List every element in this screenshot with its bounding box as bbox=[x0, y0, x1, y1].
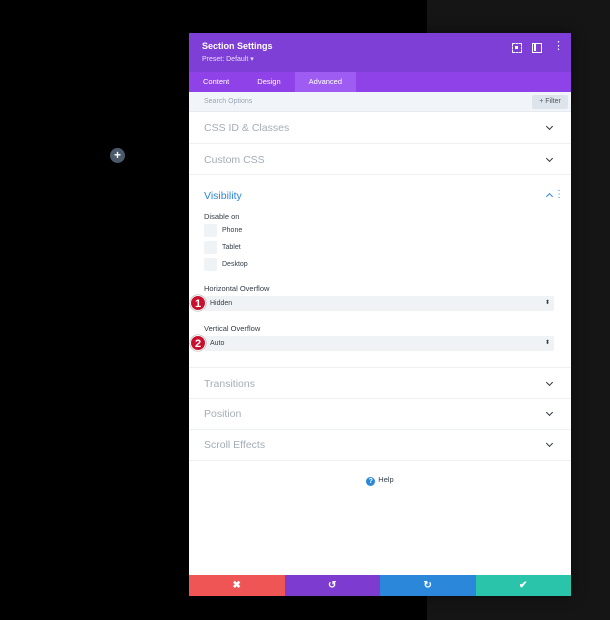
save-button[interactable]: ✔ bbox=[475, 575, 571, 596]
help-icon: ? bbox=[366, 477, 376, 486]
chevron-down-icon[interactable] bbox=[546, 124, 553, 131]
expand-icon[interactable] bbox=[511, 42, 522, 53]
checkbox-desktop[interactable] bbox=[204, 258, 217, 271]
checkbox-tablet[interactable] bbox=[204, 241, 217, 254]
chevron-up-icon[interactable] bbox=[546, 191, 553, 198]
checkbox-desktop-row[interactable]: Desktop bbox=[204, 258, 248, 271]
section-custom-css[interactable]: Custom CSS bbox=[189, 144, 571, 175]
section-transitions[interactable]: Transitions bbox=[189, 367, 571, 399]
tab-bar: Content Design Advanced bbox=[189, 72, 571, 92]
undo-button[interactable]: ↺ bbox=[284, 575, 380, 596]
section-title-css-id: CSS ID & Classes bbox=[204, 122, 290, 134]
tab-advanced[interactable]: Advanced bbox=[294, 72, 356, 92]
section-title-position: Position bbox=[204, 408, 242, 420]
section-title-custom-css: Custom CSS bbox=[204, 154, 265, 166]
checkbox-label-tablet: Tablet bbox=[222, 244, 241, 251]
tab-content[interactable]: Content bbox=[189, 72, 243, 92]
layout-icon[interactable] bbox=[531, 42, 542, 53]
help-link[interactable]: ? Help bbox=[189, 475, 571, 486]
annotation-badge-1: 1 bbox=[190, 295, 206, 311]
section-title-transitions: Transitions bbox=[204, 378, 255, 390]
checkbox-tablet-row[interactable]: Tablet bbox=[204, 241, 241, 254]
modal-title: Section Settings bbox=[202, 41, 273, 51]
modal-header: Section Settings Preset: Default ▾ bbox=[189, 33, 571, 72]
tab-design[interactable]: Design bbox=[243, 72, 294, 92]
horizontal-overflow-label: Horizontal Overflow bbox=[204, 284, 270, 293]
section-title-scroll-effects: Scroll Effects bbox=[204, 439, 266, 451]
annotation-badge-2: 2 bbox=[190, 335, 206, 351]
cancel-button[interactable]: ✖ bbox=[189, 575, 285, 596]
chevron-down-icon[interactable] bbox=[546, 441, 553, 448]
section-settings-modal: Section Settings Preset: Default ▾ Conte… bbox=[189, 33, 571, 596]
search-input[interactable]: Search Options bbox=[204, 98, 252, 105]
section-scroll-effects[interactable]: Scroll Effects bbox=[189, 430, 571, 461]
add-section-button[interactable]: + bbox=[110, 148, 125, 163]
section-css-id[interactable]: CSS ID & Classes bbox=[189, 112, 571, 144]
section-kebab-icon[interactable]: ⋮ bbox=[554, 189, 564, 200]
select-arrows-icon: ⬍ bbox=[544, 340, 550, 346]
kebab-menu-icon[interactable] bbox=[551, 39, 564, 52]
disable-on-label: Disable on bbox=[204, 212, 240, 221]
select-arrows-icon: ⬍ bbox=[544, 300, 550, 306]
filter-button[interactable]: + Filter bbox=[532, 95, 568, 109]
vertical-overflow-label: Vertical Overflow bbox=[204, 324, 261, 333]
checkbox-label-desktop: Desktop bbox=[222, 261, 248, 268]
chevron-down-icon[interactable] bbox=[546, 156, 553, 163]
checkbox-label-phone: Phone bbox=[222, 227, 243, 234]
chevron-down-icon[interactable] bbox=[546, 380, 553, 387]
checkbox-phone-row[interactable]: Phone bbox=[204, 224, 242, 237]
modal-footer: ✖ ↺ ↻ ✔ bbox=[189, 575, 571, 596]
redo-button[interactable]: ↻ bbox=[380, 575, 476, 596]
chevron-down-icon[interactable] bbox=[546, 410, 553, 417]
preset-dropdown[interactable]: Preset: Default ▾ bbox=[202, 55, 254, 63]
horizontal-overflow-value: Hidden bbox=[210, 300, 233, 307]
section-title-visibility[interactable]: Visibility bbox=[204, 190, 242, 202]
horizontal-overflow-select[interactable]: Hidden ⬍ bbox=[204, 296, 554, 311]
help-label: Help bbox=[378, 475, 394, 484]
vertical-overflow-select[interactable]: Auto ⬍ bbox=[204, 336, 554, 351]
vertical-overflow-value: Auto bbox=[210, 340, 225, 347]
search-bar: Search Options + Filter bbox=[189, 92, 571, 112]
checkbox-phone[interactable] bbox=[204, 224, 217, 237]
section-position[interactable]: Position bbox=[189, 399, 571, 430]
